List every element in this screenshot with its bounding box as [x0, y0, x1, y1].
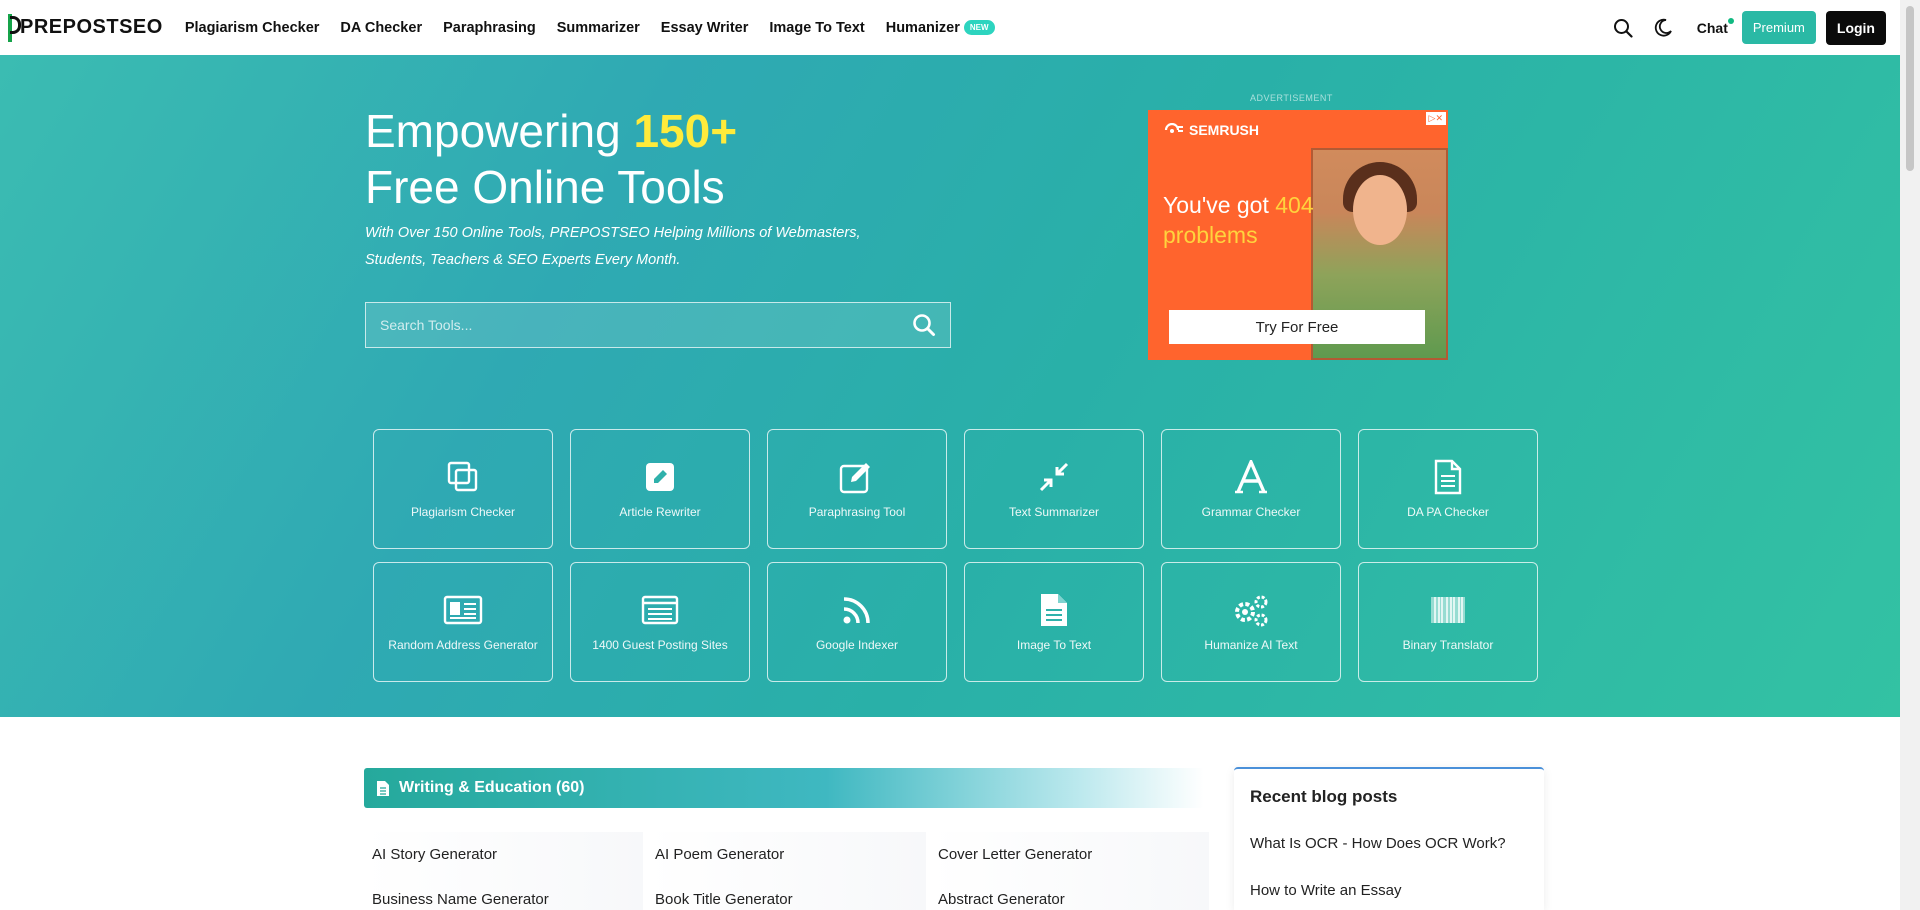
- nav-links: Plagiarism Checker DA Checker Paraphrasi…: [185, 20, 995, 36]
- tool-card-article-rewriter[interactable]: Article Rewriter: [570, 429, 750, 549]
- tool-card-label: Paraphrasing Tool: [808, 505, 906, 519]
- tool-card-label: 1400 Guest Posting Sites: [592, 638, 728, 652]
- tool-search-box: [365, 302, 951, 348]
- tool-card-label: Grammar Checker: [1201, 505, 1301, 519]
- logo-text: PREPOSTSEO: [20, 16, 163, 38]
- hero-title-pre: Empowering: [365, 105, 634, 157]
- rss-icon: [837, 592, 877, 628]
- tool-card-label: Humanize AI Text: [1204, 638, 1298, 652]
- barcode-icon: [1428, 592, 1468, 628]
- list-item[interactable]: AI Poem Generator: [647, 832, 930, 877]
- nav-humanizer-label: Humanizer: [885, 19, 960, 36]
- hero-section: Empowering 150+ Free Online Tools With O…: [0, 55, 1908, 717]
- tool-card-label: Google Indexer: [815, 638, 899, 652]
- ad-headline: You've got 404 problems: [1163, 190, 1314, 250]
- blog-title: Recent blog posts: [1250, 787, 1398, 806]
- ad-brand-text: SEMRUSH: [1189, 122, 1260, 138]
- list-item[interactable]: Book Title Generator: [647, 877, 930, 910]
- tool-card-google-indexer[interactable]: Google Indexer: [767, 562, 947, 682]
- list-item[interactable]: Business Name Generator: [364, 877, 647, 910]
- scrollbar-thumb[interactable]: [1906, 6, 1914, 171]
- list-item[interactable]: AI Story Generator: [364, 832, 647, 877]
- document-icon: [1428, 459, 1468, 495]
- tool-cards-grid: Plagiarism Checker Article Rewriter Para…: [373, 429, 1538, 682]
- tool-card-grammar-checker[interactable]: Grammar Checker: [1161, 429, 1341, 549]
- new-badge: NEW: [963, 20, 995, 35]
- tool-card-humanize-ai-text[interactable]: Humanize AI Text: [1161, 562, 1341, 682]
- page-scrollbar[interactable]: [1900, 0, 1920, 910]
- list-item[interactable]: Abstract Generator: [930, 877, 1213, 910]
- tool-card-image-to-text[interactable]: Image To Text: [964, 562, 1144, 682]
- tool-card-label: Binary Translator: [1402, 638, 1494, 652]
- premium-button[interactable]: Premium: [1741, 11, 1816, 44]
- tool-card-plagiarism-checker[interactable]: Plagiarism Checker: [373, 429, 553, 549]
- search-icon[interactable]: [1603, 8, 1643, 48]
- ad-headline-post: problems: [1163, 222, 1258, 248]
- id-card-icon: [443, 592, 483, 628]
- blog-post-link[interactable]: What Is OCR - How Does OCR Work?: [1250, 835, 1528, 852]
- tool-card-text-summarizer[interactable]: Text Summarizer: [964, 429, 1144, 549]
- letter-a-icon: [1231, 459, 1271, 495]
- nav-paraphrasing[interactable]: Paraphrasing: [443, 20, 536, 36]
- section-header-writing-education[interactable]: Writing & Education (60): [364, 768, 1204, 808]
- semrush-logo-icon: [1164, 123, 1183, 133]
- semrush-ad[interactable]: ▷✕ SEMRUSH You've got 404 problems Try F…: [1148, 110, 1448, 360]
- ad-headline-pre: You've got: [1163, 192, 1276, 218]
- tool-card-binary-translator[interactable]: Binary Translator: [1358, 562, 1538, 682]
- tool-card-guest-posting-sites[interactable]: 1400 Guest Posting Sites: [570, 562, 750, 682]
- tool-card-label: Plagiarism Checker: [410, 505, 516, 519]
- tool-card-label: Article Rewriter: [619, 505, 701, 519]
- nav-essay-writer[interactable]: Essay Writer: [661, 20, 749, 36]
- tool-card-da-pa-checker[interactable]: DA PA Checker: [1358, 429, 1538, 549]
- tool-card-label: DA PA Checker: [1407, 505, 1489, 519]
- nav-humanizer[interactable]: Humanizer NEW: [886, 20, 995, 36]
- list-item[interactable]: Cover Letter Generator: [930, 832, 1213, 877]
- hero-subtitle: With Over 150 Online Tools, PREPOSTSEO H…: [365, 225, 861, 268]
- hero-title-line2: Free Online Tools: [365, 161, 725, 213]
- nav-da-checker[interactable]: DA Checker: [340, 20, 422, 36]
- chat-link[interactable]: Chat: [1697, 17, 1735, 36]
- tool-card-label: Text Summarizer: [1008, 505, 1100, 519]
- hero-title: Empowering 150+ Free Online Tools: [365, 103, 737, 215]
- compress-icon: [1034, 459, 1074, 495]
- blog-post-link[interactable]: How to Write an Essay: [1250, 882, 1528, 899]
- search-button-icon[interactable]: [898, 303, 950, 347]
- nav-image-to-text[interactable]: Image To Text: [769, 20, 864, 36]
- file-text-icon: [1034, 592, 1074, 628]
- tool-search-input[interactable]: [366, 303, 898, 347]
- edit-square-icon: [640, 459, 680, 495]
- list-window-icon: [640, 592, 680, 628]
- writing-tools-list: AI Story Generator AI Poem Generator Cov…: [364, 832, 1213, 910]
- tool-card-label: Image To Text: [1016, 638, 1092, 652]
- logo-mark-icon: [8, 13, 21, 42]
- pen-square-icon: [837, 459, 877, 495]
- top-nav: PREPOSTSEO Plagiarism Checker DA Checker…: [0, 0, 1900, 55]
- login-button[interactable]: Login: [1825, 10, 1886, 45]
- ad-photo-face: [1353, 175, 1407, 245]
- document-icon: [377, 780, 389, 796]
- moon-icon[interactable]: [1643, 8, 1683, 48]
- logo[interactable]: PREPOSTSEO: [8, 13, 163, 42]
- tool-card-label: Random Address Generator: [388, 638, 538, 652]
- nav-summarizer[interactable]: Summarizer: [557, 20, 640, 36]
- hero-title-highlight: 150+: [633, 105, 738, 157]
- copy-icon: [443, 459, 483, 495]
- tool-card-random-address-generator[interactable]: Random Address Generator: [373, 562, 553, 682]
- ad-headline-num: 404: [1275, 192, 1314, 218]
- recent-blog-posts: Recent blog posts What Is OCR - How Does…: [1234, 767, 1544, 910]
- ad-choices-icon[interactable]: ▷✕: [1425, 112, 1446, 125]
- nav-right: Chat Premium Login: [1603, 8, 1892, 48]
- gears-icon: [1231, 592, 1271, 628]
- section-title: Writing & Education (60): [399, 779, 585, 796]
- nav-plagiarism-checker[interactable]: Plagiarism Checker: [185, 20, 320, 36]
- ad-cta-button[interactable]: Try For Free: [1169, 310, 1425, 344]
- tool-card-paraphrasing-tool[interactable]: Paraphrasing Tool: [767, 429, 947, 549]
- ad-brand: SEMRUSH: [1164, 122, 1259, 138]
- ad-label: ADVERTISEMENT: [1250, 93, 1333, 103]
